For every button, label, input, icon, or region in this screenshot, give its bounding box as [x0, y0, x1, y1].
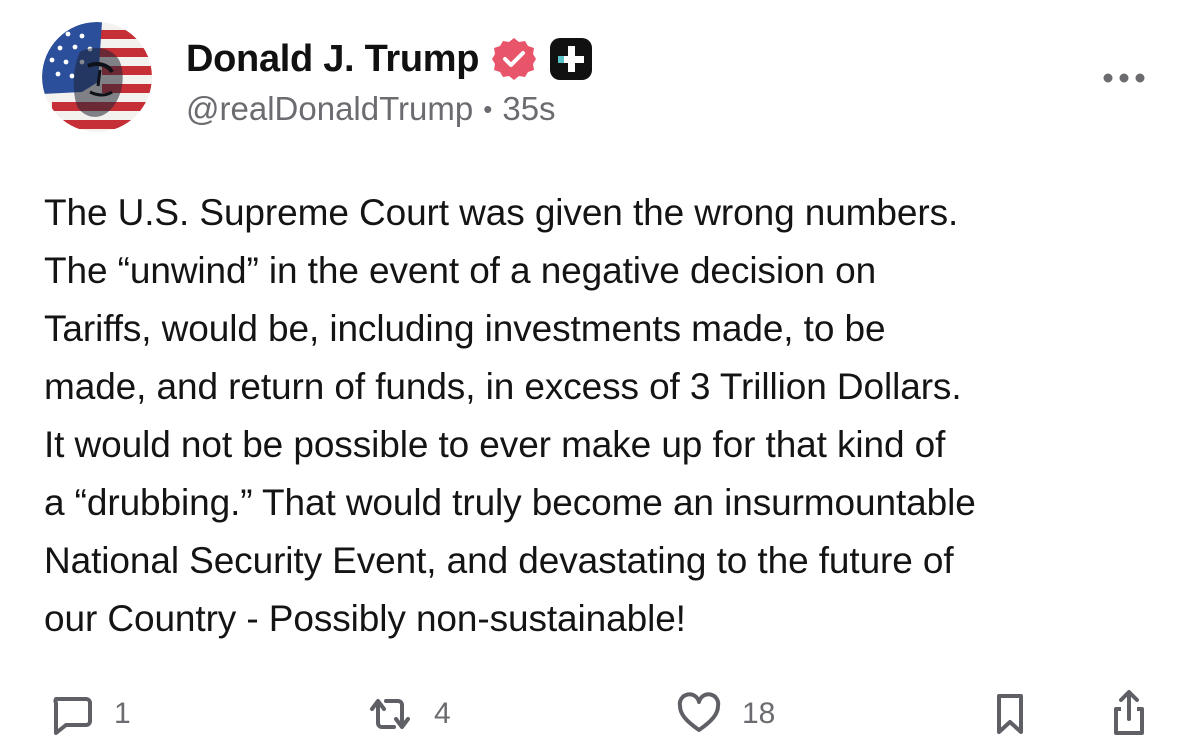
post-card: Donald J. Trump @realDonaldTrump • 35s T… [0, 0, 1200, 752]
share-icon [1114, 690, 1144, 735]
verified-badge-icon [491, 36, 537, 82]
reply-count: 1 [114, 697, 131, 730]
post-timestamp[interactable]: 35s [502, 90, 555, 128]
post-line: The U.S. Supreme Court was given the wro… [44, 192, 959, 233]
reply-button[interactable]: 1 [48, 682, 131, 746]
avatar[interactable] [42, 22, 152, 132]
more-options-button[interactable] [1096, 60, 1152, 96]
repost-button[interactable]: 4 [366, 682, 451, 746]
bookmark-icon [997, 694, 1023, 734]
post-line: It would not be possible to ever make up… [44, 424, 946, 465]
like-count: 18 [742, 697, 776, 730]
post-actions-bar: 1 4 18 [0, 682, 1200, 746]
post-body: The U.S. Supreme Court was given the wro… [44, 184, 1174, 648]
author-handle[interactable]: @realDonaldTrump [186, 90, 473, 128]
bookmark-button[interactable] [990, 682, 1030, 746]
share-button[interactable] [1108, 682, 1150, 746]
post-line: Tariffs, would be, including investments… [44, 308, 886, 349]
post-line: our Country - Possibly non-sustainable! [44, 598, 686, 639]
author-display-name[interactable]: Donald J. Trump [186, 38, 480, 81]
post-line: The “unwind” in the event of a negative … [44, 250, 877, 291]
post-line: National Security Event, and devastating… [44, 540, 954, 581]
author-name-row: Donald J. Trump [186, 34, 593, 84]
avatar-image [42, 22, 152, 132]
comment-icon [53, 697, 92, 735]
author-meta-row: @realDonaldTrump • 35s [186, 90, 556, 128]
post-line: made, and return of funds, in excess of … [44, 366, 962, 407]
like-button[interactable]: 18 [676, 682, 775, 746]
repost-icon [370, 699, 410, 729]
post-line: a “drubbing.” That would truly become an… [44, 482, 976, 523]
repost-count: 4 [434, 697, 451, 730]
more-horizontal-icon [1103, 73, 1145, 83]
heart-icon [677, 692, 721, 732]
meta-separator: • [483, 93, 493, 124]
plus-badge-icon [549, 37, 593, 81]
